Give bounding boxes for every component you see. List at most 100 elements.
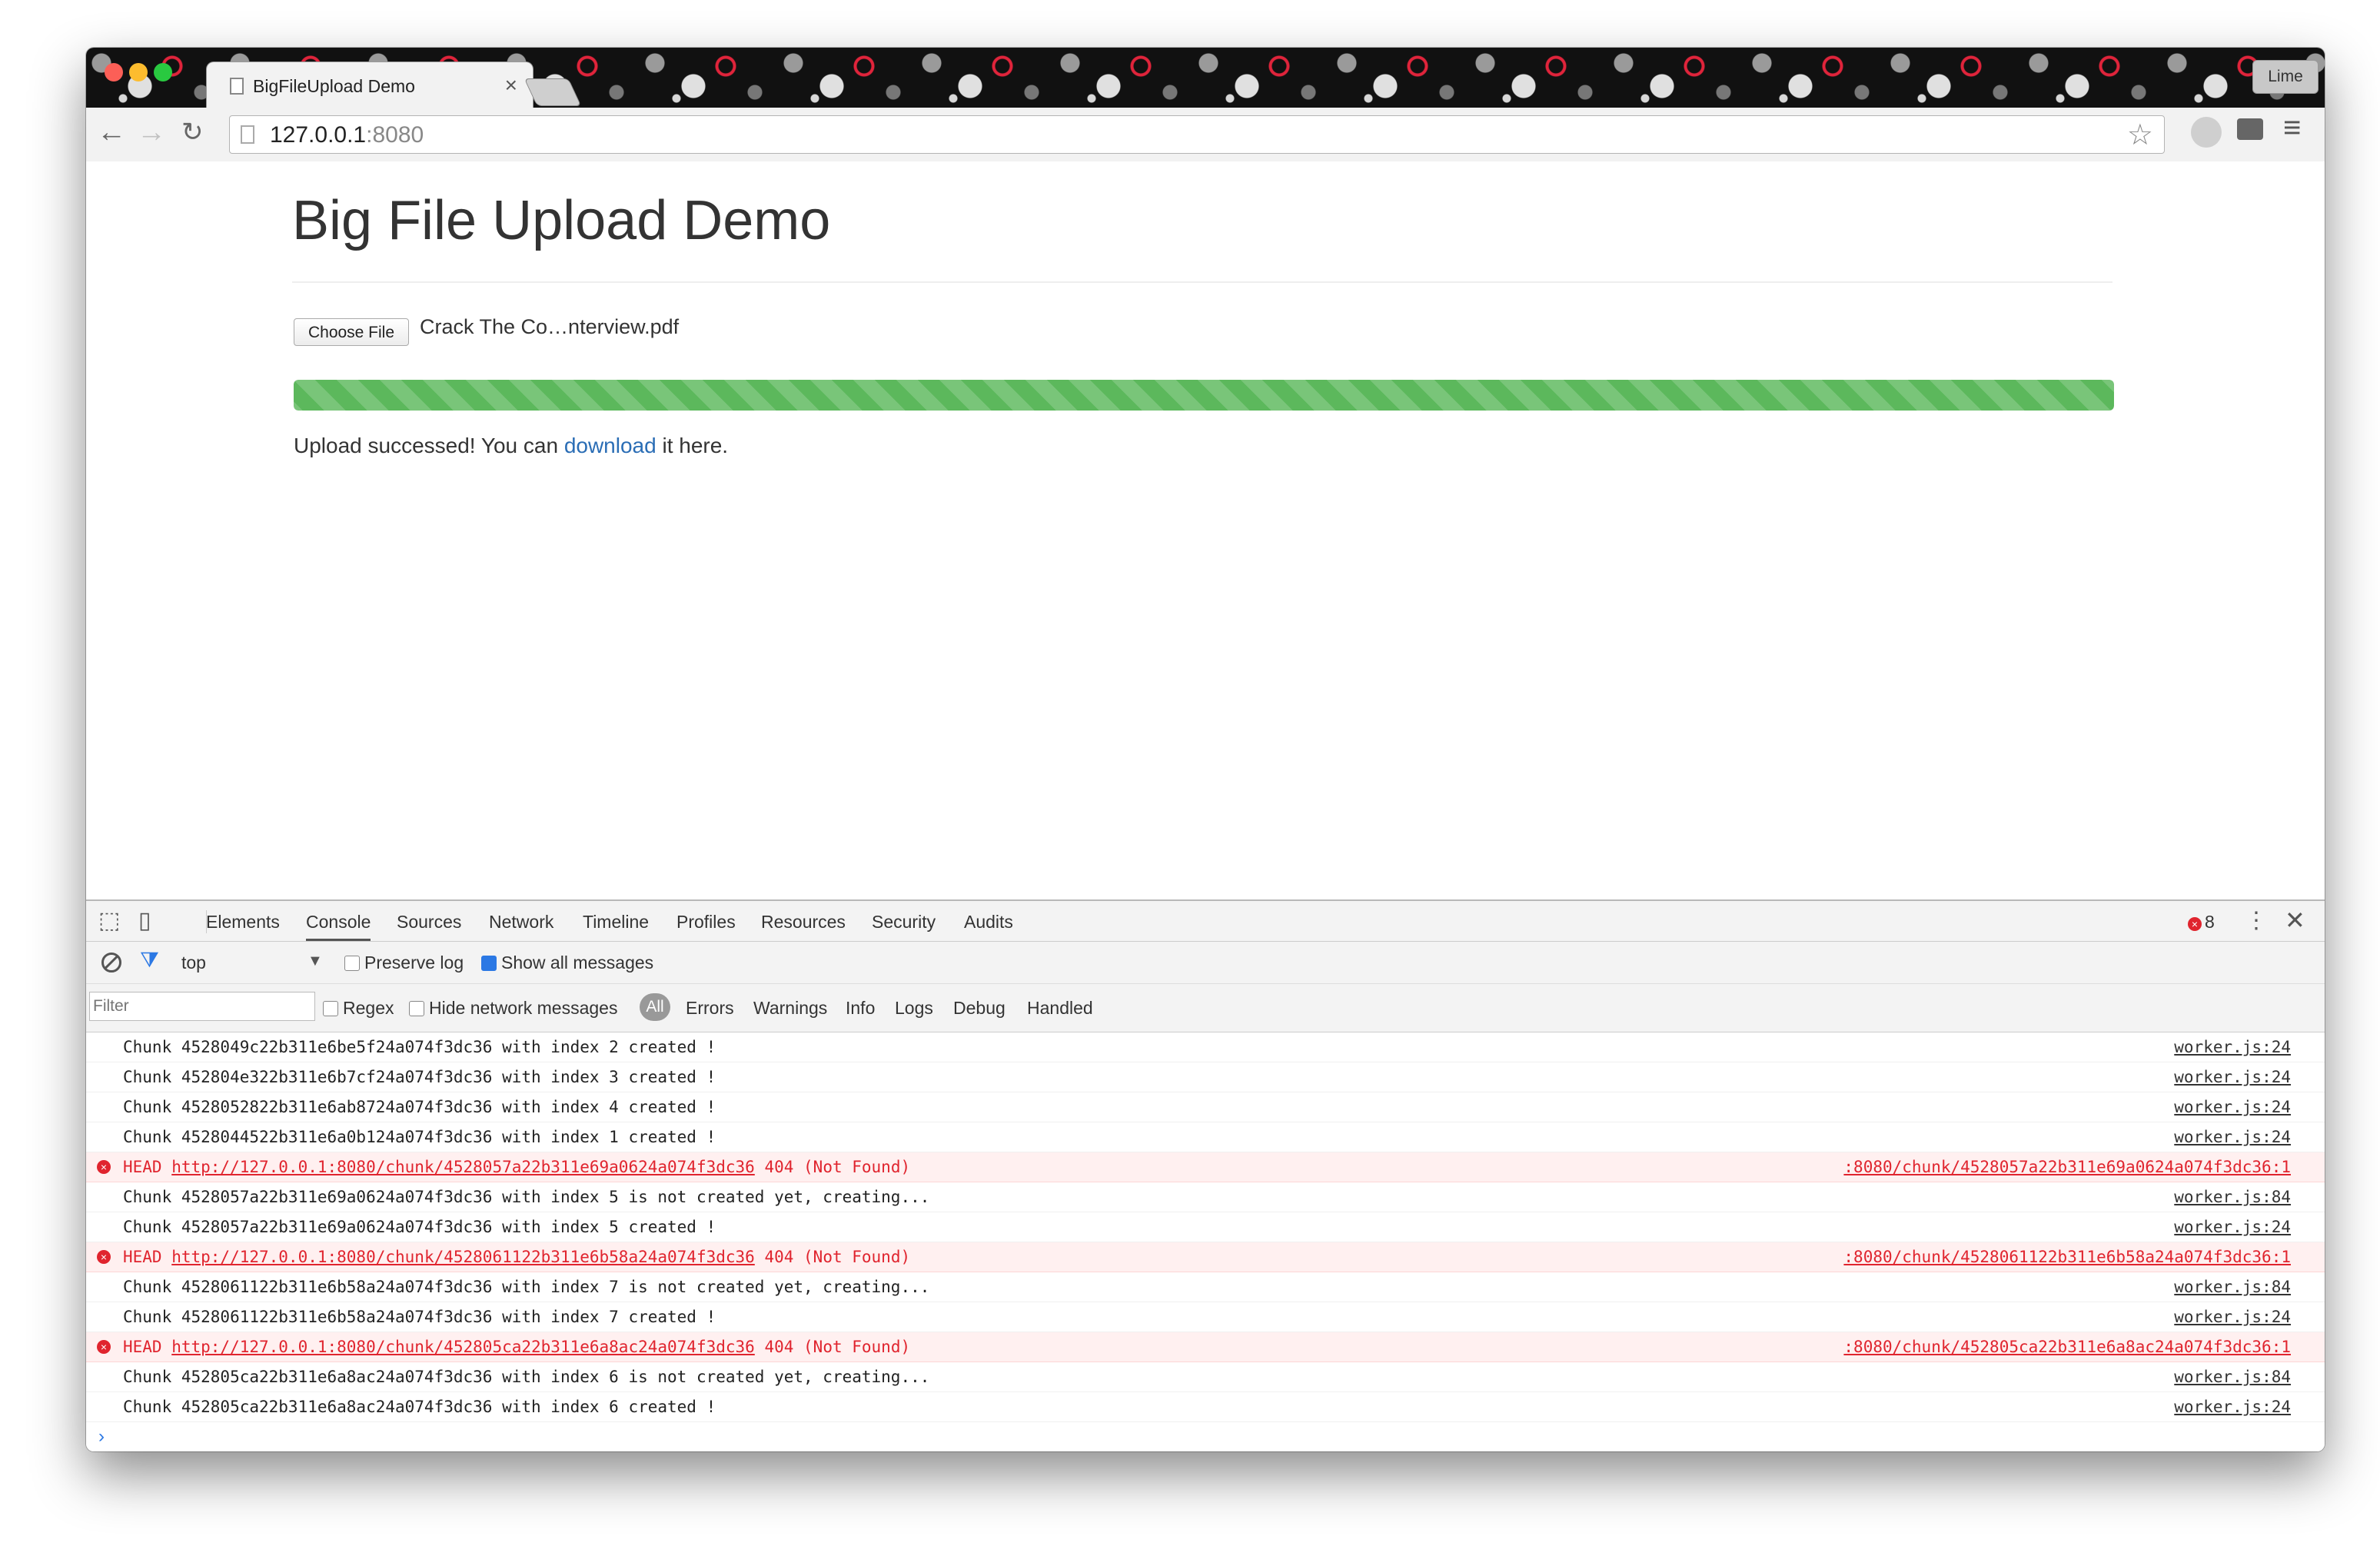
devtools-tab-bar: ⬚ ▯ Elements Console Sources Network Tim…: [86, 901, 2325, 942]
error-icon: ×: [97, 1340, 111, 1354]
request-url-link[interactable]: http://127.0.0.1:8080/chunk/4528057a22b3…: [171, 1158, 755, 1176]
tab-audits[interactable]: Audits: [964, 912, 1013, 933]
level-debug[interactable]: Debug: [953, 998, 1006, 1019]
window-maximize-button[interactable]: [154, 63, 172, 81]
error-icon: ×: [97, 1250, 111, 1264]
console-message: Chunk 4528052822b311e6ab8724a074f3dc36 w…: [123, 1098, 716, 1116]
menu-icon[interactable]: ≡: [2283, 111, 2301, 145]
console-prompt[interactable]: ›: [86, 1422, 2325, 1451]
console-log-row: Chunk 4528061122b311e6b58a24a074f3dc36 w…: [86, 1302, 2325, 1332]
devtools-panel: ⬚ ▯ Elements Console Sources Network Tim…: [86, 899, 2325, 1451]
clear-console-icon[interactable]: [101, 953, 121, 972]
console-log-row: Chunk 452805ca22b311e6a8ac24a074f3dc36 w…: [86, 1392, 2325, 1422]
page-content: Big File Upload Demo Choose File Crack T…: [86, 161, 2325, 899]
choose-file-button[interactable]: Choose File: [294, 318, 409, 346]
hide-network-checkbox[interactable]: Hide network messages: [409, 998, 617, 1019]
source-link[interactable]: worker.js:24: [2174, 1392, 2291, 1421]
request-url-link[interactable]: http://127.0.0.1:8080/chunk/452805ca22b3…: [171, 1338, 755, 1356]
console-toolbar: ⧩ top ▼ Preserve log Show all messages: [86, 942, 2325, 984]
extension-icon[interactable]: [2191, 117, 2222, 148]
page-title: Big File Upload Demo: [292, 190, 831, 251]
more-options-icon[interactable]: ⋮: [2245, 907, 2268, 934]
console-log-row: Chunk 4528057a22b311e69a0624a074f3dc36 w…: [86, 1182, 2325, 1212]
console-message: Chunk 452804e322b311e6b7cf24a074f3dc36 w…: [123, 1068, 716, 1086]
error-icon: ×: [2188, 917, 2202, 931]
forward-icon[interactable]: →: [137, 117, 166, 148]
console-message: Chunk 4528057a22b311e69a0624a074f3dc36 w…: [123, 1218, 716, 1236]
source-link[interactable]: worker.js:24: [2174, 1212, 2291, 1242]
console-log-row: Chunk 4528049c22b311e6be5f24a074f3dc36 w…: [86, 1032, 2325, 1062]
tab-close-icon[interactable]: ×: [505, 73, 517, 98]
source-link[interactable]: worker.js:24: [2174, 1032, 2291, 1062]
browser-tab[interactable]: BigFileUpload Demo ×: [206, 62, 534, 110]
page-icon: [230, 78, 244, 95]
level-info[interactable]: Info: [846, 998, 875, 1019]
source-link[interactable]: worker.js:84: [2174, 1182, 2291, 1212]
console-error-row: × HEAD http://127.0.0.1:8080/chunk/452806…: [86, 1242, 2325, 1272]
source-link[interactable]: worker.js:84: [2174, 1362, 2291, 1391]
console-message: Chunk 4528061122b311e6b58a24a074f3dc36 w…: [123, 1278, 930, 1296]
tab-security[interactable]: Security: [872, 912, 936, 933]
console-message: Chunk 4528049c22b311e6be5f24a074f3dc36 w…: [123, 1038, 716, 1056]
level-warnings[interactable]: Warnings: [753, 998, 827, 1019]
source-link[interactable]: :8080/chunk/452805ca22b311e6a8ac24a074f3…: [1843, 1332, 2291, 1362]
source-link[interactable]: worker.js:24: [2174, 1122, 2291, 1152]
devtools-close-icon[interactable]: ✕: [2285, 906, 2305, 935]
inspect-element-icon[interactable]: ⬚: [98, 907, 120, 934]
console-message: HEAD http://127.0.0.1:8080/chunk/4528057…: [123, 1158, 911, 1176]
console-message: Chunk 452805ca22b311e6a8ac24a074f3dc36 w…: [123, 1398, 716, 1416]
console-message: HEAD http://127.0.0.1:8080/chunk/452805c…: [123, 1338, 911, 1356]
console-log-row: Chunk 4528052822b311e6ab8724a074f3dc36 w…: [86, 1092, 2325, 1122]
window-minimize-button[interactable]: [129, 63, 148, 81]
console-message: Chunk 4528057a22b311e69a0624a074f3dc36 w…: [123, 1188, 930, 1206]
level-handled[interactable]: Handled: [1027, 998, 1093, 1019]
source-link[interactable]: worker.js:24: [2174, 1092, 2291, 1122]
console-log-row: Chunk 4528061122b311e6b58a24a074f3dc36 w…: [86, 1272, 2325, 1302]
error-icon: ×: [97, 1160, 111, 1174]
address-bar[interactable]: 127.0.0.1:8080 ☆: [229, 115, 2165, 154]
tab-network[interactable]: Network: [489, 912, 553, 933]
upload-status: Upload successed! You can download it he…: [294, 434, 729, 457]
filter-icon[interactable]: ⧩: [140, 948, 159, 973]
tab-profiles[interactable]: Profiles: [676, 912, 736, 933]
tab-resources[interactable]: Resources: [761, 912, 846, 933]
bookmark-star-icon[interactable]: ☆: [2127, 118, 2153, 152]
tab-elements[interactable]: Elements: [206, 912, 280, 933]
page-icon: [241, 125, 254, 144]
level-all[interactable]: All: [640, 993, 670, 1021]
device-mode-icon[interactable]: ▯: [138, 907, 151, 934]
source-link[interactable]: worker.js:84: [2174, 1272, 2291, 1302]
console-message: HEAD http://127.0.0.1:8080/chunk/4528061…: [123, 1248, 911, 1266]
console-log-row: Chunk 4528044522b311e6a0b124a074f3dc36 w…: [86, 1122, 2325, 1152]
preserve-log-checkbox[interactable]: Preserve log: [344, 953, 464, 973]
console-message: Chunk 4528044522b311e6a0b124a074f3dc36 w…: [123, 1128, 716, 1146]
console-log-row: Chunk 452805ca22b311e6a8ac24a074f3dc36 w…: [86, 1362, 2325, 1392]
title-bar: BigFileUpload Demo × Lime: [86, 48, 2325, 110]
tab-console[interactable]: Console: [306, 912, 371, 941]
tab-timeline[interactable]: Timeline: [583, 912, 649, 933]
source-link[interactable]: :8080/chunk/4528061122b311e6b58a24a074f3…: [1843, 1242, 2291, 1272]
back-icon[interactable]: ←: [97, 117, 126, 148]
tab-sources[interactable]: Sources: [397, 912, 461, 933]
tab-title: BigFileUpload Demo: [253, 76, 415, 96]
source-link[interactable]: worker.js:24: [2174, 1302, 2291, 1332]
request-url-link[interactable]: http://127.0.0.1:8080/chunk/4528061122b3…: [171, 1248, 755, 1266]
show-all-messages-checkbox[interactable]: Show all messages: [481, 953, 653, 973]
source-link[interactable]: :8080/chunk/4528057a22b311e69a0624a074f3…: [1843, 1152, 2291, 1182]
error-count-badge[interactable]: × 8: [2188, 912, 2215, 933]
level-errors[interactable]: Errors: [686, 998, 734, 1019]
chevron-down-icon[interactable]: ▼: [307, 953, 323, 970]
mail-extension-icon[interactable]: [2237, 118, 2263, 140]
profile-button[interactable]: Lime: [2252, 60, 2319, 94]
regex-checkbox[interactable]: Regex: [323, 998, 394, 1019]
context-select[interactable]: top: [181, 953, 206, 973]
level-logs[interactable]: Logs: [895, 998, 933, 1019]
console-log-row: Chunk 4528057a22b311e69a0624a074f3dc36 w…: [86, 1212, 2325, 1242]
download-link[interactable]: download: [564, 434, 656, 457]
source-link[interactable]: worker.js:24: [2174, 1062, 2291, 1092]
filter-input[interactable]: [89, 992, 315, 1021]
console-message: Chunk 452805ca22b311e6a8ac24a074f3dc36 w…: [123, 1368, 930, 1386]
window-close-button[interactable]: [105, 63, 123, 81]
browser-window: BigFileUpload Demo × Lime ← → ↻ 127.0.0.…: [86, 48, 2325, 1451]
reload-icon[interactable]: ↻: [181, 117, 204, 148]
